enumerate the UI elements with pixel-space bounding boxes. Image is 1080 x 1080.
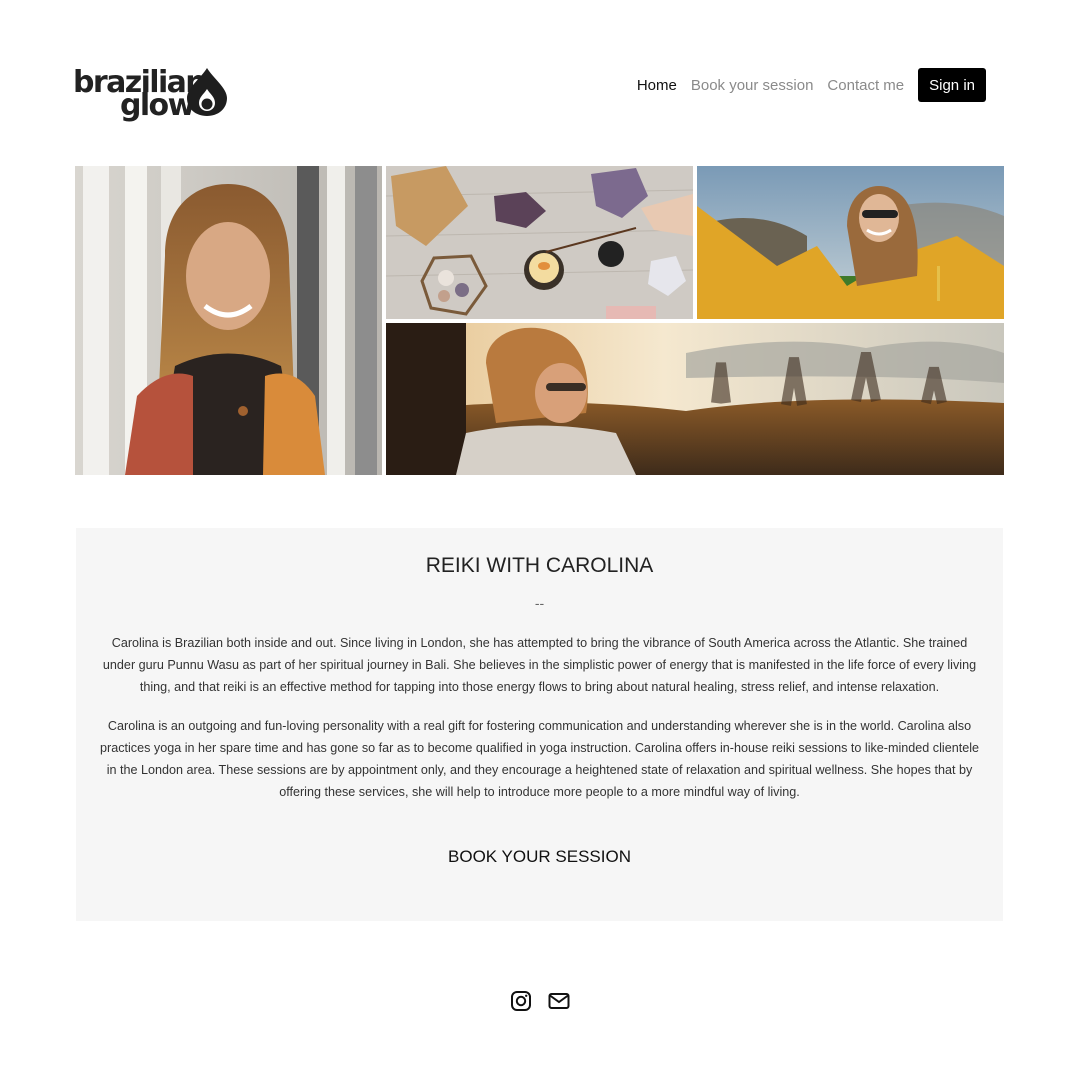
brand-logo[interactable]: brazilian glow [73, 64, 233, 124]
instagram-icon[interactable] [510, 990, 532, 1012]
sunset-photo [386, 323, 1004, 475]
title-divider: -- [534, 595, 545, 611]
signin-button[interactable]: Sign in [918, 68, 986, 102]
book-session-link[interactable]: BOOK YOUR SESSION [76, 847, 1003, 867]
main-nav: Home Book your session Contact me Sign i… [637, 68, 986, 102]
about-paragraph-1: Carolina is Brazilian both inside and ou… [102, 636, 977, 694]
crystals-photo [386, 166, 693, 319]
nav-link-book-session[interactable]: Book your session [691, 77, 814, 94]
portrait-photo [75, 166, 382, 475]
about-section: REIKI WITH CAROLINA -- Carolina is Brazi… [76, 528, 1003, 921]
drop-logo-icon [187, 68, 227, 116]
logo-text-glow: glow [120, 88, 195, 123]
social-links [0, 990, 1080, 1012]
about-title: REIKI WITH CAROLINA [425, 554, 654, 577]
yellow-jacket-photo [697, 166, 1004, 319]
photo-collage [75, 166, 1004, 475]
about-paragraph-2: Carolina is an outgoing and fun-loving p… [100, 719, 980, 799]
nav-link-contact[interactable]: Contact me [827, 77, 904, 94]
nav-link-home[interactable]: Home [637, 77, 677, 94]
email-icon[interactable] [548, 990, 570, 1012]
